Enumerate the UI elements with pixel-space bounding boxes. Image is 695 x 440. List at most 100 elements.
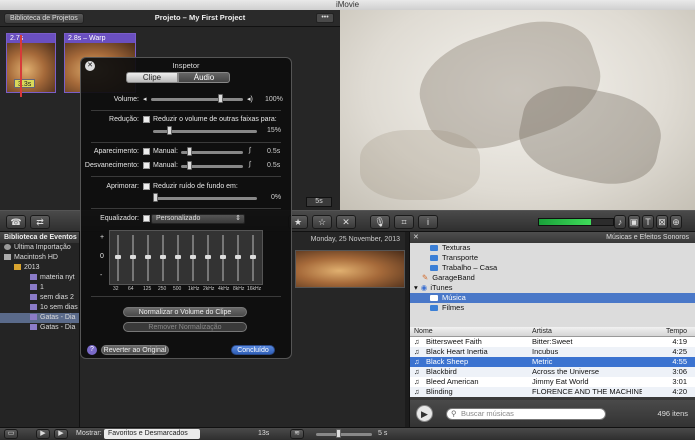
event-item[interactable]: 2013 bbox=[0, 263, 79, 273]
eq-band-knob[interactable] bbox=[160, 255, 166, 259]
titles-button[interactable]: T bbox=[642, 215, 654, 229]
event-icon bbox=[30, 324, 37, 331]
tab-audio[interactable]: Áudio bbox=[178, 72, 230, 83]
eq-band-knob[interactable] bbox=[205, 255, 211, 259]
show-filter-select[interactable]: Favoritos e Desmarcados bbox=[104, 429, 200, 439]
eq-band-label: 250 bbox=[158, 286, 167, 292]
eq-band-knob[interactable] bbox=[250, 255, 256, 259]
source-item[interactable]: ✎ GarageBand bbox=[410, 273, 695, 283]
eq-band-knob[interactable] bbox=[115, 255, 121, 259]
reject-button[interactable]: ✕ bbox=[336, 215, 356, 229]
maps-button[interactable]: ⊕ bbox=[670, 215, 682, 229]
reduction-label: Redução: bbox=[109, 116, 139, 123]
eq-band-knob[interactable] bbox=[175, 255, 181, 259]
help-icon[interactable]: ? bbox=[87, 345, 97, 355]
microphone-icon[interactable]: 🎙 bbox=[370, 215, 390, 229]
event-item[interactable]: Gatas - Dia bbox=[0, 323, 79, 333]
fade-out-checkbox[interactable] bbox=[143, 162, 150, 169]
source-item[interactable]: Trabalho – Casa bbox=[410, 263, 695, 273]
play-fullscreen-button[interactable]: ▶ bbox=[36, 429, 50, 439]
project-library-button[interactable]: Biblioteca de Projetos bbox=[4, 13, 84, 24]
play-icon[interactable]: ▶ bbox=[416, 405, 433, 422]
folder-icon bbox=[430, 255, 438, 262]
column-time[interactable]: Tempo bbox=[666, 327, 687, 337]
track-row[interactable]: ♫ Blackbird Across the Universe 3:06 bbox=[410, 367, 695, 377]
tab-clip[interactable]: Clipe bbox=[126, 72, 178, 83]
event-item[interactable]: sem dias 2 bbox=[0, 293, 79, 303]
play-button[interactable]: ▶ bbox=[54, 429, 68, 439]
normalize-button[interactable]: Normalizar o Volume do Clipe bbox=[123, 307, 247, 317]
more-button[interactable]: ••• bbox=[316, 13, 334, 23]
disclosure-triangle-icon[interactable]: ▾ bbox=[414, 283, 418, 292]
crop-icon[interactable]: ⌗ bbox=[394, 215, 414, 229]
equalizer-preset-select[interactable]: Personalizado ⇕ bbox=[151, 214, 245, 224]
fade-in-mode: Manual: bbox=[153, 148, 178, 155]
equalizer-graph[interactable] bbox=[109, 230, 263, 285]
track-row[interactable]: ♫ Black Sheep Metric 4:55 bbox=[410, 357, 695, 367]
transitions-button[interactable]: ⊠ bbox=[656, 215, 668, 229]
fade-out-slider-knob[interactable] bbox=[187, 161, 192, 170]
reduction-slider-knob[interactable] bbox=[167, 126, 172, 135]
source-item[interactable]: ▾ ◉ iTunes bbox=[410, 283, 695, 293]
music-note-icon: ♫ bbox=[414, 367, 420, 376]
search-input[interactable]: ⚲ Buscar músicas bbox=[446, 408, 606, 420]
viewer[interactable] bbox=[340, 10, 695, 210]
zoom-slider[interactable] bbox=[316, 433, 372, 436]
event-item[interactable]: Gatas - Dia bbox=[0, 313, 79, 323]
source-item[interactable]: Texturas bbox=[410, 243, 695, 253]
music-browser-button[interactable]: ♪ bbox=[614, 215, 626, 229]
enhance-checkbox[interactable] bbox=[143, 183, 150, 190]
camera-import-button[interactable]: ☎ bbox=[6, 215, 26, 229]
eq-band-knob[interactable] bbox=[145, 255, 151, 259]
event-item[interactable]: 1 bbox=[0, 283, 79, 293]
window-title-bar: iMovie bbox=[0, 0, 695, 10]
music-browser-title: Músicas e Efeitos Sonoros bbox=[606, 234, 689, 241]
close-icon[interactable]: ✕ bbox=[413, 232, 419, 243]
eq-scale-zero: 0 bbox=[100, 253, 104, 260]
equalizer-checkbox[interactable] bbox=[143, 215, 150, 222]
volume-slider[interactable] bbox=[151, 98, 243, 101]
fade-out-curve-icon: ∫ bbox=[249, 161, 251, 168]
volume-slider-knob[interactable] bbox=[218, 94, 223, 103]
zoom-slider-knob[interactable] bbox=[336, 429, 341, 438]
event-item[interactable]: 1o sem dias bbox=[0, 303, 79, 313]
audio-waveform-button[interactable]: ≋ bbox=[290, 429, 304, 439]
info-icon[interactable]: i bbox=[418, 215, 438, 229]
track-row[interactable]: ♫ Black Heart Inertia Incubus 4:25 bbox=[410, 347, 695, 357]
unmark-button[interactable]: ☆ bbox=[312, 215, 332, 229]
reduction-checkbox[interactable] bbox=[143, 116, 150, 123]
source-item[interactable]: Música bbox=[410, 293, 695, 303]
eq-band-knob[interactable] bbox=[235, 255, 241, 259]
swap-events-button[interactable]: ⇄ bbox=[30, 215, 50, 229]
playhead[interactable] bbox=[20, 35, 22, 97]
done-button[interactable]: Concluído bbox=[231, 345, 275, 355]
source-item[interactable]: Transporte bbox=[410, 253, 695, 263]
eq-band-knob[interactable] bbox=[190, 255, 196, 259]
eq-band-knob[interactable] bbox=[220, 255, 226, 259]
remove-normalization-button[interactable]: Remover Normalização bbox=[123, 322, 247, 332]
disk-icon bbox=[4, 254, 11, 261]
close-icon[interactable]: ✕ bbox=[85, 61, 95, 71]
event-item[interactable]: Macintosh HD bbox=[0, 253, 79, 263]
source-item[interactable]: Filmes bbox=[410, 303, 695, 313]
column-name[interactable]: Nome bbox=[414, 327, 433, 337]
show-list-button[interactable]: ▭ bbox=[4, 429, 18, 439]
track-row[interactable]: ♫ Blinding FLORENCE AND THE MACHINE 4:20 bbox=[410, 387, 695, 397]
eq-band-knob[interactable] bbox=[130, 255, 136, 259]
enhance-slider[interactable] bbox=[153, 197, 257, 200]
source-list: Texturas Transporte Trabalho – Casa ✎ Gar… bbox=[410, 243, 695, 327]
track-row[interactable]: ♫ Bleed American Jimmy Eat World 3:01 bbox=[410, 377, 695, 387]
photo-browser-button[interactable]: ▣ bbox=[628, 215, 640, 229]
event-item[interactable]: Última Importação bbox=[0, 243, 79, 253]
column-artist[interactable]: Artista bbox=[532, 327, 552, 337]
fade-in-slider-knob[interactable] bbox=[187, 147, 192, 156]
track-row[interactable]: ♫ Bittersweet Faith Bitter:Sweet 4:19 bbox=[410, 337, 695, 347]
fade-in-checkbox[interactable] bbox=[143, 148, 150, 155]
clip-tag[interactable]: 3.3s bbox=[14, 79, 36, 88]
revert-button[interactable]: Reverter ao Original bbox=[101, 345, 169, 355]
enhance-slider-knob[interactable] bbox=[153, 193, 158, 202]
event-item[interactable]: materia nyt bbox=[0, 273, 79, 283]
event-clip-thumbnail[interactable] bbox=[295, 250, 405, 288]
music-note-icon: ♫ bbox=[414, 337, 420, 346]
duration-readout: 5s bbox=[306, 197, 332, 207]
